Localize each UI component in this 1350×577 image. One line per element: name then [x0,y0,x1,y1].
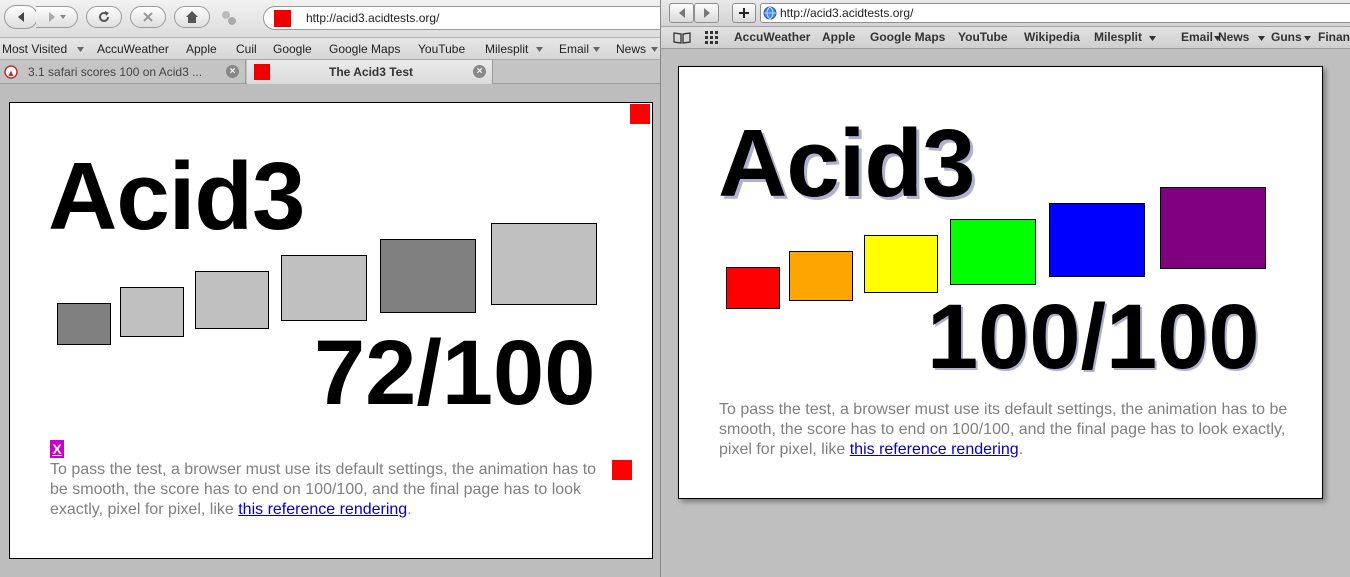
bookmark-finance[interactable]: Finan [1318,30,1350,44]
bookmark-milesplit[interactable]: Milesplit [1094,30,1142,44]
acid3-page-left: Acid3 72/100 X To pass the test, a brows… [9,102,653,559]
reload-icon [99,11,109,22]
tab-label: 3.1 safari scores 100 on Acid3 ... [28,65,203,79]
stop-icon [143,12,153,22]
test-bucket-2 [120,287,184,337]
bookmark-guns[interactable]: Guns [1271,30,1302,44]
forward-arrow-icon [48,12,66,22]
close-tab-icon[interactable]: × [226,65,239,78]
test-bucket-4 [950,219,1036,285]
chevron-down-icon [77,47,84,52]
forward-button[interactable] [694,3,719,23]
svg-text:▲: ▲ [7,68,16,78]
bookmark-google[interactable]: Google [273,42,312,56]
bookmarks-sync-icon[interactable] [220,9,238,27]
side-red-marker [612,460,632,480]
score-text: 72/100 [314,322,596,424]
navigation-toolbar: http://acid3.acidtests.org/ [661,0,1350,27]
home-button[interactable] [174,6,210,28]
corner-red-marker [630,104,650,124]
forward-arrow-icon [704,8,710,18]
description-text: To pass the test, a browser must use its… [719,400,1289,460]
firefox-window: http://acid3.acidtests.org/ Most Visited… [0,0,660,577]
bookmark-youtube[interactable]: YouTube [958,30,1008,44]
bookmark-youtube[interactable]: YouTube [418,42,465,56]
test-bucket-3 [195,271,269,329]
reload-button[interactable] [86,6,122,28]
chevron-down-icon [1149,36,1156,41]
bookmark-cuil[interactable]: Cuil [236,42,257,56]
score-text: 100/100 [927,286,1260,388]
tab-label: The Acid3 Test [329,65,414,79]
test-bucket-3 [864,235,938,293]
reference-rendering-link[interactable]: this reference rendering [238,501,407,518]
home-icon [186,11,198,23]
chevron-down-icon [593,47,600,52]
grid-icon[interactable] [705,31,719,45]
bookmark-accuweather[interactable]: AccuWeather [97,42,169,56]
chevron-down-icon [651,47,658,52]
safari-window: http://acid3.acidtests.org/ AccuWeather … [660,0,1350,577]
stop-button[interactable] [130,6,166,28]
test-bucket-1 [726,267,780,309]
broken-test-marker: X [50,440,64,458]
add-bookmark-button[interactable] [732,3,756,23]
test-bucket-6 [491,223,597,305]
chevron-down-icon [1304,36,1311,41]
test-bucket-1 [57,303,111,345]
bookmark-email[interactable]: Email [559,42,589,56]
back-arrow-icon [679,8,685,18]
plus-icon [739,8,749,18]
bookmark-apple[interactable]: Apple [186,42,217,56]
test-bucket-5 [380,239,476,313]
tab-bar: ▲ 3.1 safari scores 100 on Acid3 ... × T… [0,60,660,84]
test-bucket-4 [281,255,367,321]
bookmark-news[interactable]: News [1218,30,1249,44]
navigation-toolbar: http://acid3.acidtests.org/ [0,0,660,38]
bookmarks-toolbar: Most Visited AccuWeather Apple Cuil Goog… [0,38,660,60]
description-end: . [407,501,412,518]
address-bar[interactable]: http://acid3.acidtests.org/ [263,6,660,30]
test-bucket-2 [789,251,853,301]
back-button[interactable] [4,5,38,29]
description-end: . [1018,441,1024,458]
bookmark-news[interactable]: News [616,42,646,56]
chevron-down-icon [536,47,543,52]
site-favicon [274,10,291,27]
shield-favicon-icon: ▲ [4,65,18,79]
back-arrow-icon [18,12,24,22]
bookmarks-bar: AccuWeather Apple Google Maps YouTube Wi… [661,27,1350,49]
bookmark-wikipedia[interactable]: Wikipedia [1024,30,1080,44]
tab-acid3-test[interactable]: The Acid3 Test × [247,60,493,84]
book-icon[interactable] [673,32,691,44]
chevron-down-icon [1258,36,1265,41]
bookmark-apple[interactable]: Apple [822,30,855,44]
tab-safari-scores[interactable]: ▲ 3.1 safari scores 100 on Acid3 ... × [0,60,246,84]
address-text: http://acid3.acidtests.org/ [780,6,914,20]
acid3-page-right: Acid3 100/100 To pass the test, a browse… [678,66,1323,499]
bookmark-accuweather[interactable]: AccuWeather [734,30,810,44]
bookmark-milesplit[interactable]: Milesplit [485,42,528,56]
address-text: http://acid3.acidtests.org/ [306,11,440,25]
description-text: To pass the test, a browser must use its… [50,460,610,520]
bookmark-google-maps[interactable]: Google Maps [870,30,945,44]
forward-button[interactable] [36,6,78,28]
bookmark-most-visited[interactable]: Most Visited [2,42,67,56]
bookmark-email[interactable]: Email [1181,30,1213,44]
globe-icon [763,6,777,20]
page-title: Acid3 [48,143,305,250]
bookmark-google-maps[interactable]: Google Maps [329,42,400,56]
address-bar[interactable]: http://acid3.acidtests.org/ [760,3,1350,23]
acid3-favicon-icon [254,64,270,80]
reference-rendering-link[interactable]: this reference rendering [850,441,1019,458]
test-bucket-6 [1160,187,1266,269]
page-title: Acid3 [718,110,975,217]
test-bucket-5 [1049,203,1145,277]
back-button[interactable] [669,3,694,23]
close-tab-icon[interactable]: × [473,65,486,78]
